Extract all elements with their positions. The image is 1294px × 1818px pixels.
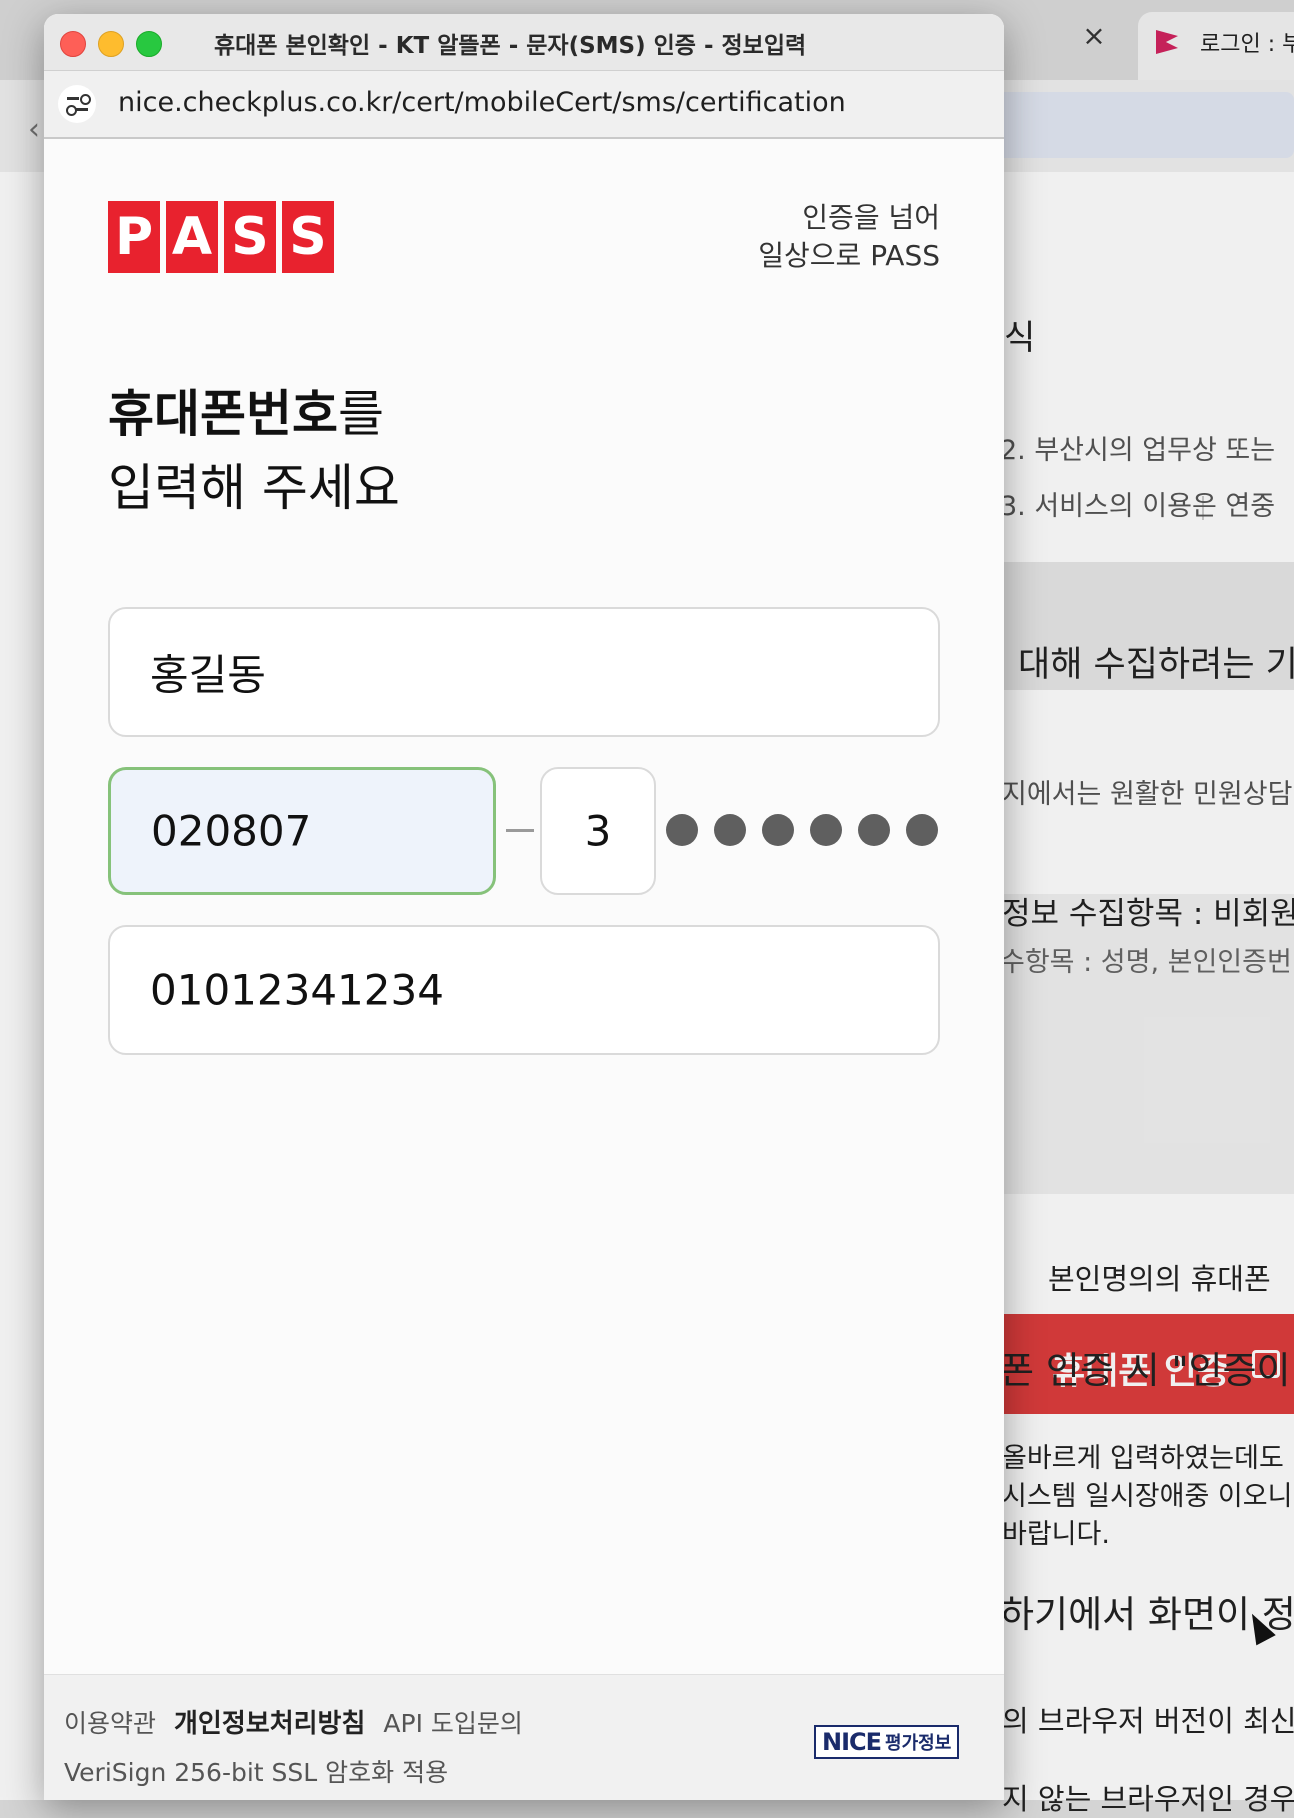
background-tab-title: 로그인 : 부	[1200, 32, 1294, 57]
gender-digit-input[interactable]: 3	[540, 767, 656, 895]
window-close-button[interactable]	[60, 31, 86, 57]
background-text: 3. 서비스의 이용은 연중	[1000, 491, 1276, 522]
back-arrow-icon[interactable]: ‹	[28, 112, 40, 147]
background-address-bar[interactable]	[960, 92, 1294, 158]
background-text: 시스템 일시장애중 이오니	[1002, 1481, 1293, 1512]
pass-logo-letter: S	[282, 201, 334, 273]
pass-logo: P A S S	[108, 201, 334, 273]
pass-logo-letter: S	[224, 201, 276, 273]
masked-id-digits	[666, 814, 938, 846]
mask-dot	[810, 814, 842, 846]
phone-number-input[interactable]: 01012341234	[108, 925, 940, 1055]
background-tab[interactable]: 로그인 : 부	[1138, 12, 1294, 80]
verification-popup-window: 휴대폰 본인확인 - KT 알뜰폰 - 문자(SMS) 인증 - 정보입력 ni…	[44, 14, 1004, 1800]
mask-dot	[714, 814, 746, 846]
background-info-band	[990, 894, 1294, 1194]
window-titlebar[interactable]: 휴대폰 본인확인 - KT 알뜰폰 - 문자(SMS) 인증 - 정보입력	[44, 14, 1004, 71]
background-text: 본인명의의 휴대폰	[1048, 1262, 1271, 1296]
background-text: 바랍니다.	[1002, 1519, 1110, 1550]
heading-particle: 를	[338, 385, 384, 443]
background-text: 지 않는 브라우저인 경우	[1002, 1782, 1294, 1816]
background-text: 2. 부산시의 업무상 또는	[1000, 435, 1276, 466]
footer-links: 이용약관 개인정보처리방침 API 도입문의	[64, 1703, 523, 1740]
url-text[interactable]: nice.checkplus.co.kr/cert/mobileCert/sms…	[118, 87, 846, 118]
background-text: 정보 수집항목 : 비회원	[1002, 896, 1294, 932]
pass-logo-letter: P	[108, 201, 160, 273]
window-title: 휴대폰 본인확인 - KT 알뜰폰 - 문자(SMS) 인증 - 정보입력	[214, 33, 807, 59]
birthdate-input[interactable]: 020807	[108, 767, 496, 895]
close-tab-icon[interactable]: ×	[1080, 22, 1108, 50]
slogan-line-2: 일상으로 PASS	[758, 239, 940, 272]
pass-logo-letter: A	[166, 201, 218, 273]
mask-dot	[906, 814, 938, 846]
background-text: 대해 수집하려는 기	[1018, 645, 1294, 685]
mask-dot	[858, 814, 890, 846]
heading-line-2: 입력해 주세요	[108, 459, 400, 517]
background-text: 올바르게 입력하였는데도	[1002, 1443, 1284, 1474]
background-text: 의 브라우저 버전이 최신	[1002, 1704, 1294, 1738]
nice-logo-brand: NICE	[822, 1728, 882, 1756]
id-number-separator	[506, 829, 534, 832]
heading-emphasis: 휴대폰번호	[108, 385, 338, 443]
birthdate-input-value: 020807	[151, 806, 312, 856]
footer: 이용약관 개인정보처리방침 API 도입문의 VeriSign 256-bit …	[44, 1674, 1004, 1800]
name-input[interactable]: 홍길동	[108, 607, 940, 737]
gender-digit-value: 3	[584, 806, 612, 856]
page-heading: 휴대폰번호를 입력해 주세요	[108, 377, 400, 525]
mask-dot	[666, 814, 698, 846]
site-settings-icon[interactable]	[58, 85, 96, 123]
background-text: 수항목 : 성명, 본인인증번	[1000, 947, 1292, 978]
window-minimize-button[interactable]	[98, 31, 124, 57]
terms-link[interactable]: 이용약관	[64, 1704, 156, 1740]
slogan: 인증을 넘어 일상으로 PASS	[758, 199, 940, 275]
ssl-notice: VeriSign 256-bit SSL 암호화 적용	[64, 1758, 449, 1787]
api-inquiry-link[interactable]: API 도입문의	[383, 1704, 523, 1740]
background-text: 폰 인증 시 "인증이 실	[1000, 1349, 1294, 1392]
window-maximize-button[interactable]	[136, 31, 162, 57]
mask-dot	[762, 814, 794, 846]
background-text: 식	[1004, 318, 1036, 358]
address-bar[interactable]: nice.checkplus.co.kr/cert/mobileCert/sms…	[44, 71, 1004, 139]
name-input-value: 홍길동	[150, 650, 266, 700]
phone-number-value: 01012341234	[150, 965, 444, 1015]
site-favicon-icon	[1156, 30, 1178, 54]
nice-logo-sub: 평가정보	[885, 1733, 952, 1754]
form-content: P A S S 인증을 넘어 일상으로 PASS 휴대폰번호를 입력해 주세요 …	[44, 139, 1004, 1674]
slogan-line-1: 인증을 넘어	[802, 201, 940, 234]
privacy-policy-link[interactable]: 개인정보처리방침	[174, 1703, 365, 1740]
nice-logo: NICE 평가정보	[814, 1725, 960, 1759]
background-text: 지에서는 원활한 민원상담	[1002, 779, 1293, 810]
